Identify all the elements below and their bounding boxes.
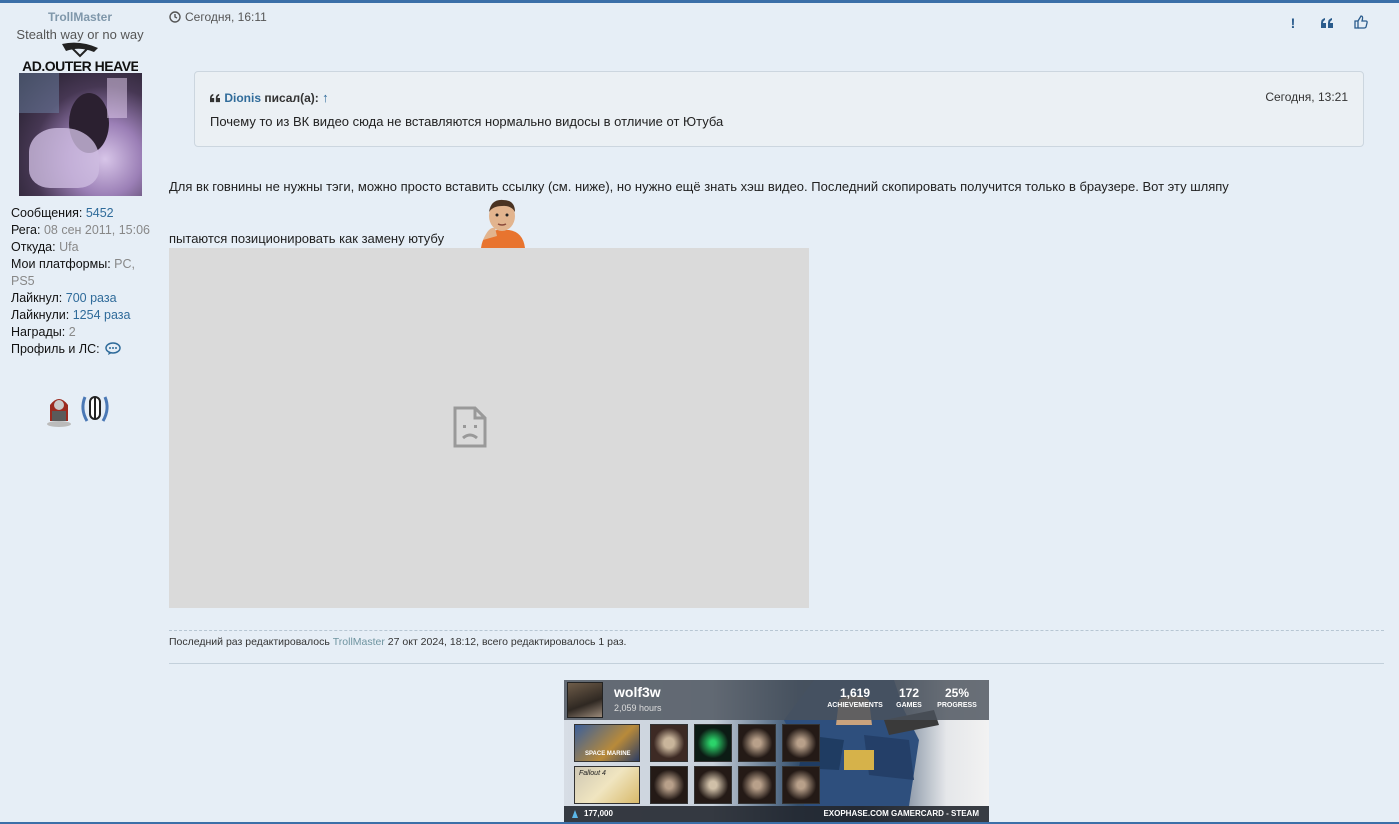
- post-buttons: !: [1283, 13, 1373, 33]
- gamercard-header: wolf3w 2,059 hours 1,619 ACHIEVEMENTS 17…: [564, 680, 989, 720]
- field-liked: Лайкнул: 700 раза: [11, 291, 117, 305]
- post-body: Сегодня, 16:11 ! Dionis писал(а): ↑ Сего…: [169, 3, 1385, 822]
- awards: [42, 391, 122, 427]
- post-content-line2: пытаются позиционировать как замену ютуб…: [169, 231, 445, 246]
- field-liked-by: Лайкнули: 1254 раза: [11, 308, 131, 322]
- video-embed[interactable]: [169, 248, 809, 608]
- post-time[interactable]: Сегодня, 16:11: [169, 10, 267, 24]
- forum-post: TrollMaster Stealth way or no way MAD.OU…: [0, 3, 1399, 822]
- rank-image: MAD.OUTER HEAVEN: [22, 42, 138, 74]
- liked-by-link[interactable]: 1254 раза: [73, 308, 131, 322]
- field-from: Откуда: Ufa: [11, 240, 79, 254]
- rank-text: MAD.OUTER HEAVEN: [22, 58, 138, 74]
- quote-text: Почему то из ВК видео сюда не вставляютс…: [210, 114, 724, 129]
- broken-file-icon: [453, 406, 487, 448]
- thumbs-up-icon: [1354, 15, 1368, 29]
- award-laurel-icon[interactable]: [78, 391, 112, 427]
- clock-icon: [169, 11, 181, 23]
- edit-notice: Последний раз редактировалось TrollMaste…: [169, 636, 627, 648]
- field-messages: Сообщения: 5452: [11, 206, 114, 220]
- gamercard-brand: EXOPHASE.COM GAMERCARD - STEAM: [823, 809, 979, 818]
- field-reg: Рега: 08 сен 2011, 15:06: [11, 223, 150, 237]
- gamercard-points: 177,000: [584, 809, 613, 818]
- exophase-icon: [572, 810, 578, 818]
- field-profile: Профиль и ЛС:: [11, 341, 151, 358]
- game-tile-4: [738, 724, 776, 762]
- field-platforms: Мои платформы: PC, PS5: [11, 257, 135, 288]
- profile-username[interactable]: TrollMaster: [0, 10, 160, 24]
- game-tile-9: [738, 766, 776, 804]
- game-tile-space-marine: SPACE MARINE: [574, 724, 640, 762]
- gamercard-footer: 177,000 EXOPHASE.COM GAMERCARD - STEAM: [564, 806, 989, 822]
- quote-button[interactable]: [1317, 13, 1337, 33]
- quote-icon: [1321, 18, 1333, 28]
- edit-separator: [169, 630, 1384, 631]
- report-button[interactable]: !: [1283, 13, 1303, 33]
- quote-jump-arrow[interactable]: ↑: [322, 90, 329, 105]
- game-tile-fallout-4: Fallout 4: [574, 766, 640, 804]
- game-tile-10: [782, 766, 820, 804]
- smiley-face-image: [481, 199, 525, 248]
- game-tile-7: [650, 766, 688, 804]
- chat-icon[interactable]: [105, 342, 121, 356]
- gamercard-avatar: [567, 682, 603, 718]
- game-tile-8: [694, 766, 732, 804]
- field-awards: Награды: 2: [11, 325, 76, 339]
- post-profile: TrollMaster Stealth way or no way MAD.OU…: [0, 3, 160, 822]
- quote-author-link[interactable]: Dionis: [224, 91, 261, 105]
- gamercard-name: wolf3w: [614, 684, 661, 700]
- messages-link[interactable]: 5452: [86, 206, 114, 220]
- profile-user-title: Stealth way or no way: [16, 27, 144, 42]
- quote-date: Сегодня, 13:21: [1265, 90, 1348, 104]
- quote-block: Dionis писал(а): ↑ Сегодня, 13:21 Почему…: [194, 71, 1364, 147]
- post-content-line1: Для вк говнины не нужны тэги, можно прос…: [169, 179, 1229, 194]
- gamercard-progress: 25% PROGRESS: [937, 686, 977, 709]
- editor-link[interactable]: TrollMaster: [333, 636, 385, 648]
- gamercard-games: 172 GAMES: [896, 686, 922, 709]
- gamercard[interactable]: wolf3w 2,059 hours 1,619 ACHIEVEMENTS 17…: [564, 680, 989, 822]
- gamercard-achievements: 1,619 ACHIEVEMENTS: [827, 686, 883, 709]
- signature-separator: [169, 663, 1384, 664]
- game-tile-2: [650, 724, 688, 762]
- game-tile-3: [694, 724, 732, 762]
- liked-link[interactable]: 700 раза: [66, 291, 117, 305]
- award-badge-icon[interactable]: [42, 391, 76, 427]
- gamercard-hours: 2,059 hours: [614, 703, 662, 713]
- profile-fields: Сообщения: 5452 Рега: 08 сен 2011, 15:06…: [11, 205, 151, 358]
- quote-mark-icon: [210, 93, 220, 103]
- like-button[interactable]: [1351, 13, 1371, 33]
- quote-cite: Dionis писал(а): ↑: [209, 90, 329, 105]
- avatar[interactable]: [19, 73, 142, 196]
- game-tile-5: [782, 724, 820, 762]
